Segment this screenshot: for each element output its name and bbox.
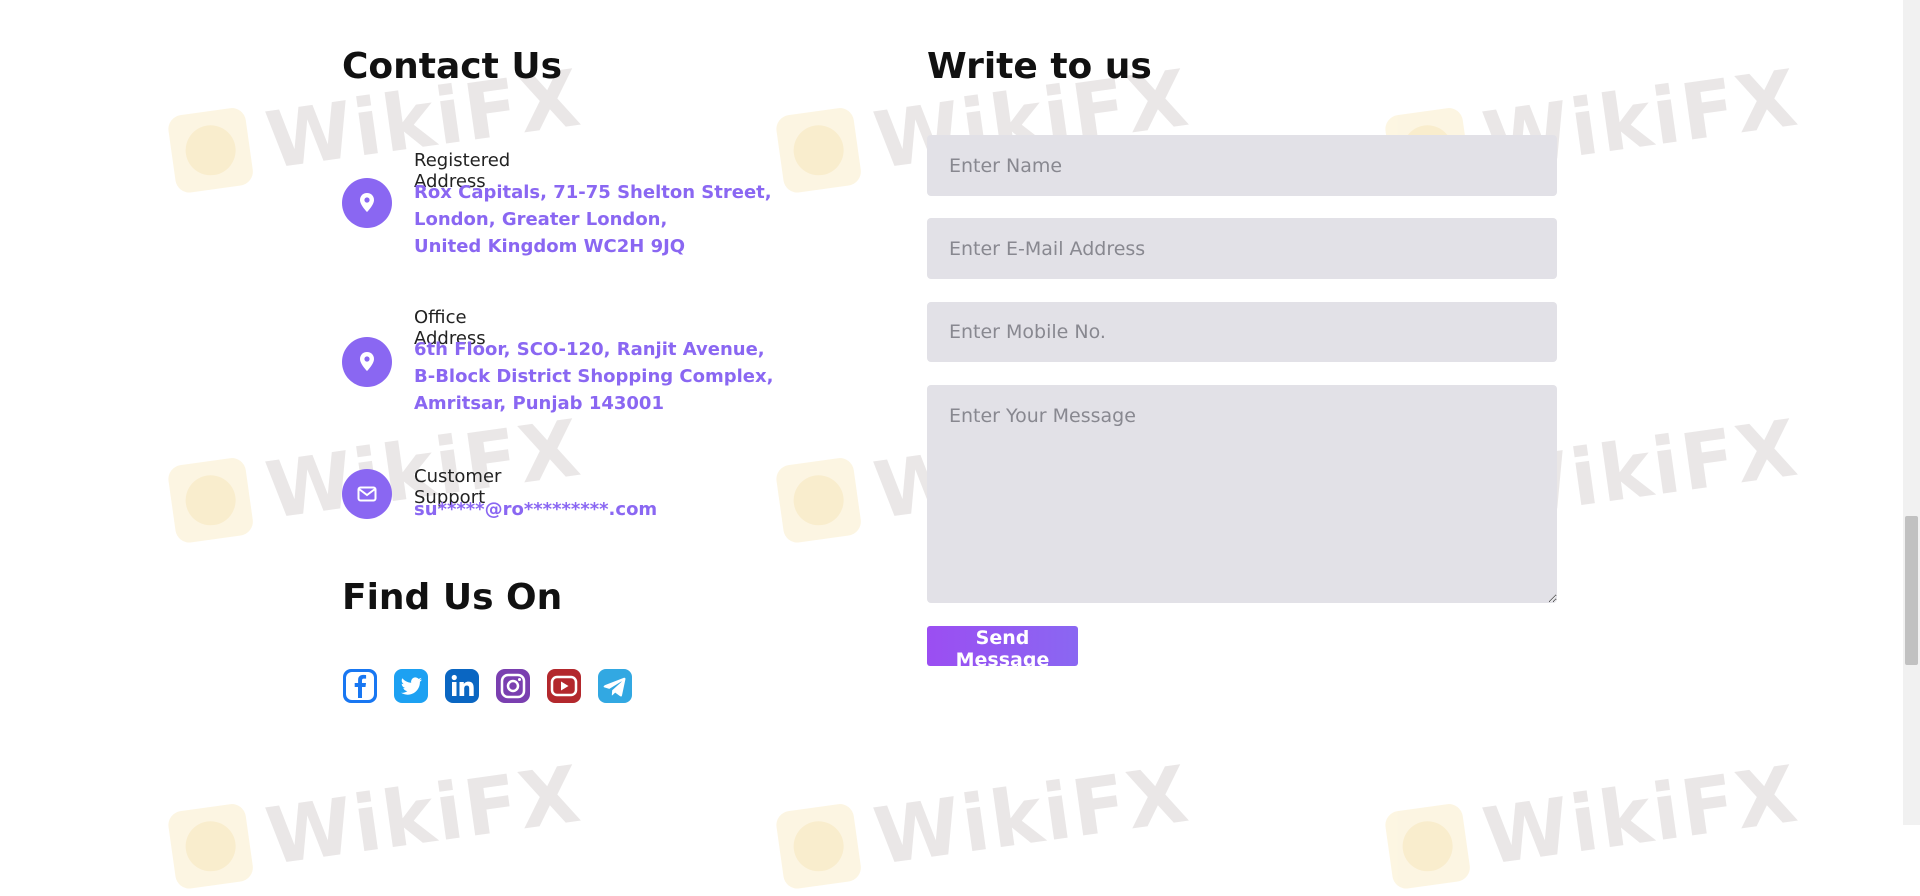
twitter-icon[interactable] <box>393 668 429 704</box>
contact-title: Contact Us <box>342 46 563 87</box>
find-us-title: Find Us On <box>342 577 563 618</box>
telegram-icon[interactable] <box>597 668 633 704</box>
office-address-line: B-Block District Shopping Complex, <box>414 366 774 387</box>
location-pin-icon <box>342 337 392 387</box>
send-message-button[interactable]: Send Message <box>927 626 1078 671</box>
registered-address-line: United Kingdom WC2H 9JQ <box>414 236 686 257</box>
message-textarea[interactable] <box>927 385 1557 603</box>
mobile-input[interactable] <box>927 302 1557 362</box>
write-to-us-title: Write to us <box>927 46 1152 87</box>
youtube-icon[interactable] <box>546 668 582 704</box>
support-email-link[interactable]: su*****@ro*********.com <box>414 499 657 520</box>
email-input[interactable] <box>927 218 1557 279</box>
registered-address-line: Rox Capitals, 71-75 Shelton Street, <box>414 182 772 203</box>
office-address-line: 6th Floor, SCO-120, Ranjit Avenue, <box>414 339 765 360</box>
linkedin-icon[interactable] <box>444 668 480 704</box>
office-address-line: Amritsar, Punjab 143001 <box>414 393 664 414</box>
name-input[interactable] <box>927 135 1557 196</box>
contact-section: Contact Us Registered Address Rox Capita… <box>0 0 1920 825</box>
facebook-icon[interactable] <box>342 668 378 704</box>
instagram-icon[interactable] <box>495 668 531 704</box>
registered-address-line: London, Greater London, <box>414 209 668 230</box>
mail-icon <box>342 469 392 519</box>
location-pin-icon <box>342 178 392 228</box>
